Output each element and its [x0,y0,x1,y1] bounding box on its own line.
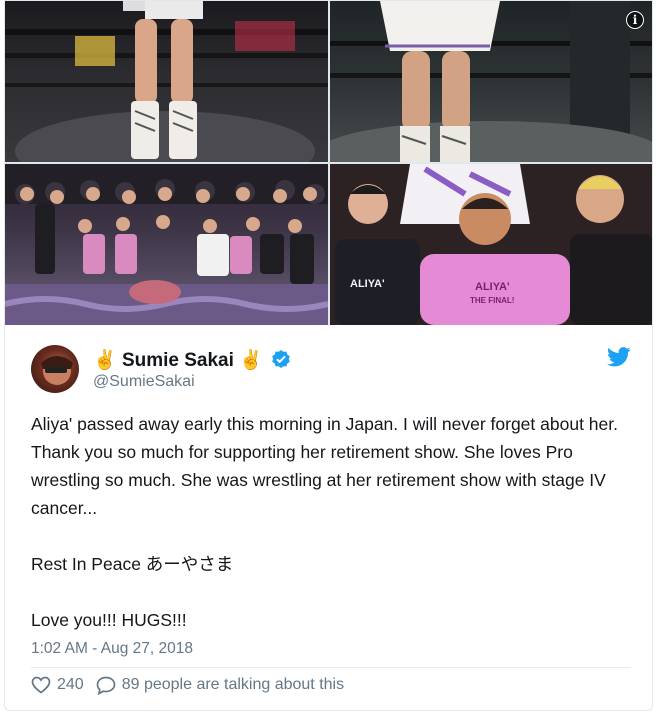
victory-hand-icon: ✌ [239,350,263,371]
svg-text:ALIYA': ALIYA' [350,278,385,290]
photo-wrestler-legs-ring[interactable]: i [330,1,652,162]
comment-icon [96,676,116,695]
like-count: 240 [57,676,84,693]
media-grid[interactable]: i ALIYA' ALIYA' THE FINAL! [5,1,652,325]
tweet-body: Aliya' passed away early this morning in… [31,410,631,634]
talking-count-text: 89 people are talking about this [121,676,345,693]
svg-text:ALIYA': ALIYA' [475,281,510,293]
photo-ceremony-crowd[interactable]: ALIYA' ALIYA' THE FINAL! [330,164,652,325]
twitter-bird-icon[interactable] [607,347,631,367]
photo-wrestler-boots-ring[interactable] [5,1,328,162]
heart-icon [31,676,51,694]
victory-hand-icon: ✌ [93,350,117,371]
conversation-link[interactable]: 89 people are talking about this [96,676,344,695]
tweet-header: ✌ Sumie Sakai ✌ @SumieSakai [31,341,631,397]
display-name-text: Sumie Sakai [121,350,234,371]
info-icon[interactable]: i [626,11,644,29]
svg-text:THE FINAL!: THE FINAL! [470,296,514,305]
tweet-timestamp[interactable]: 1:02 AM - Aug 27, 2018 [31,640,193,658]
avatar[interactable] [31,345,79,393]
tweet-paragraph: Love you!!! HUGS!!! [31,610,187,630]
tweet-card: i ALIYA' ALIYA' THE FINAL! ✌ Sumie Sakai… [4,0,653,711]
verified-badge-icon [272,350,290,368]
tweet-actions: 240 89 people are talking about this [31,673,344,697]
divider [31,667,631,668]
display-name[interactable]: ✌ Sumie Sakai ✌ [93,348,291,372]
tweet-paragraph: Aliya' passed away early this morning in… [31,414,618,518]
user-handle[interactable]: @SumieSakai [93,373,195,391]
like-button[interactable]: 240 [31,676,84,694]
photo-group-ring[interactable] [5,164,328,325]
tweet-paragraph: Rest In Peace あーやさま [31,554,234,574]
